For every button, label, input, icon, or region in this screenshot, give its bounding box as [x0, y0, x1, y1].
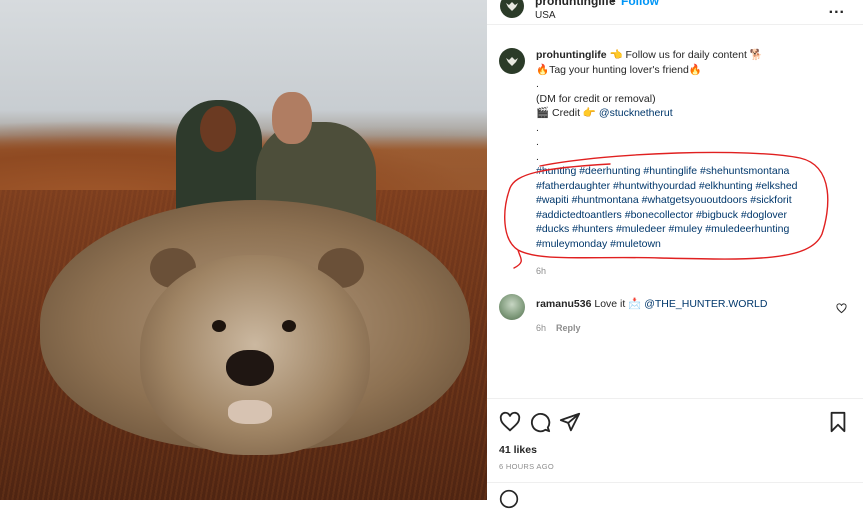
add-comment-bar[interactable]: [487, 482, 863, 509]
caption-timestamp: 6h: [536, 266, 547, 276]
hashtag-line[interactable]: #muleymonday #muletown: [536, 237, 836, 252]
caption-avatar[interactable]: [499, 48, 525, 74]
comment-username[interactable]: ramanu536: [536, 298, 591, 310]
comment-icon[interactable]: [529, 411, 551, 433]
comment-timestamp: 6h: [536, 323, 547, 333]
credit-mention-link[interactable]: @stucknetherut: [599, 107, 673, 119]
bear-mouth: [228, 400, 272, 424]
post-time-ago: 6 HOURS AGO: [499, 462, 554, 471]
account-avatar[interactable]: [500, 0, 524, 18]
share-icon[interactable]: [559, 411, 581, 433]
caption-dot: .: [536, 78, 539, 90]
caption-username[interactable]: prohuntinglife: [536, 49, 607, 61]
hashtag-line[interactable]: #fatherdaughter #huntwithyourdad #elkhun…: [536, 179, 836, 194]
heart-icon[interactable]: [499, 411, 521, 433]
follow-button[interactable]: Follow: [621, 0, 659, 8]
hashtag-line[interactable]: #hunting #deerhunting #huntinglife #sheh…: [536, 164, 836, 179]
comment-body: ramanu536 Love it 📩 @THE_HUNTER.WORLD: [536, 297, 767, 310]
caption-dot: .: [536, 121, 539, 134]
post-image[interactable]: [0, 0, 487, 500]
caption-credit-prefix: 🎬 Credit 👉: [536, 107, 596, 119]
bear-eye-left: [212, 320, 226, 332]
likes-count[interactable]: 41 likes: [499, 444, 537, 456]
bookmark-icon[interactable]: [827, 411, 849, 433]
skull-logo-icon: [506, 2, 518, 11]
commenter-avatar[interactable]: [499, 294, 525, 320]
caption-line-follow: 👈 Follow us for daily content 🐕: [609, 49, 763, 61]
location-link[interactable]: USA: [535, 10, 556, 21]
hashtag-line[interactable]: #ducks #hunters #muledeer #muley #mulede…: [536, 222, 836, 237]
emoji-icon[interactable]: [499, 489, 519, 509]
comment-like-heart-icon[interactable]: [836, 303, 847, 314]
caption-line-dm: (DM for credit or removal): [536, 92, 656, 105]
hashtag-line[interactable]: #wapiti #huntmontana #whatgetsyououtdoor…: [536, 193, 836, 208]
skull-logo-icon: [506, 57, 518, 66]
more-options-icon[interactable]: ...: [829, 0, 845, 18]
reply-button[interactable]: Reply: [556, 323, 581, 333]
hunter-woman-head: [200, 106, 236, 152]
bear-nose: [226, 350, 274, 386]
comment-text: Love it 📩: [594, 298, 642, 310]
post-header: prohuntinglife • Follow USA ...: [487, 0, 863, 25]
header-separator: •: [611, 0, 616, 8]
post-side-panel: prohuntinglife • Follow USA ... prohunti…: [487, 0, 863, 509]
header-username[interactable]: prohuntinglife: [535, 0, 616, 8]
caption-dot: .: [536, 150, 539, 163]
post-caption: prohuntinglife 👈 Follow us for daily con…: [536, 48, 836, 251]
caption-line-tag: 🔥Tag your hunting lover's friend🔥: [536, 63, 702, 76]
caption-dot: .: [536, 136, 539, 148]
hashtag-line[interactable]: #addictedtoantlers #bonecollector #bigbu…: [536, 208, 836, 223]
post-actions-bar: [487, 398, 863, 443]
hunter-man-head: [272, 92, 312, 144]
bear-eye-right: [282, 320, 296, 332]
comment-mention-link[interactable]: @THE_HUNTER.WORLD: [644, 298, 767, 310]
